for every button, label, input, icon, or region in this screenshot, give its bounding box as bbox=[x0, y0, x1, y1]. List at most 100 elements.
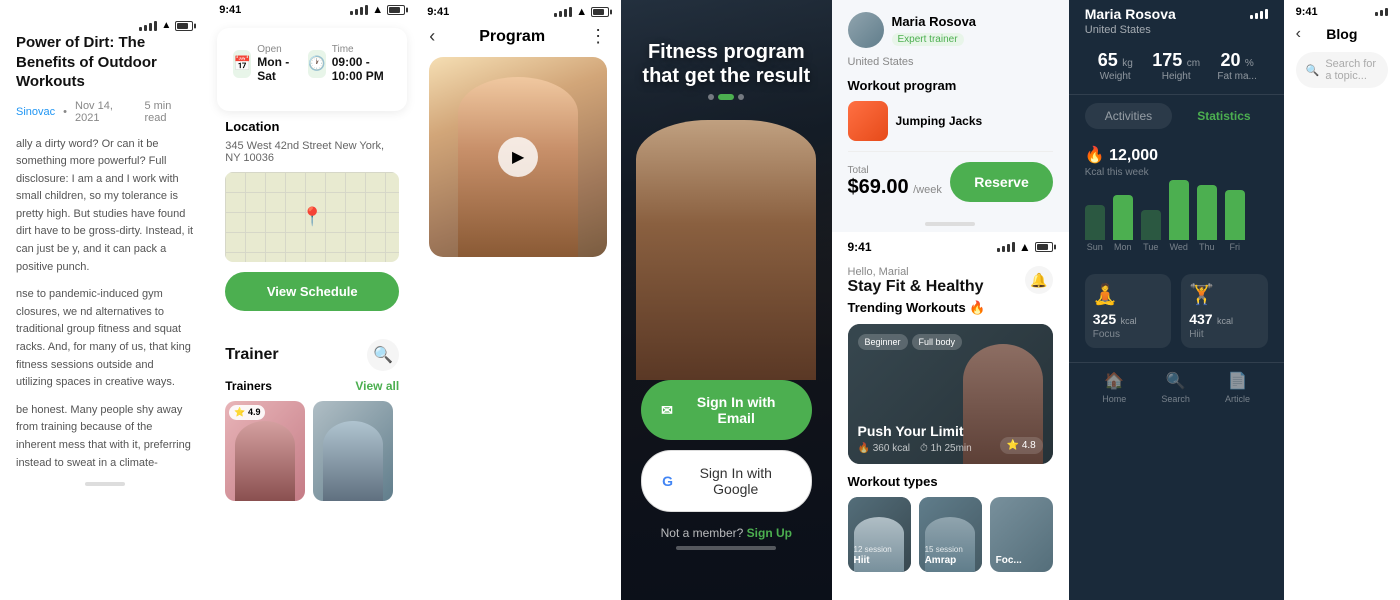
weight-metric: 65 kg Weight bbox=[1085, 50, 1146, 82]
workout-types-label: Workout types bbox=[848, 474, 1053, 489]
hello-name: Stay Fit & Healthy bbox=[848, 278, 984, 296]
battery-icon bbox=[1035, 242, 1053, 252]
scroll-indicator bbox=[85, 482, 125, 486]
wifi-icon: ▲ bbox=[372, 4, 383, 16]
trainers-label: Trainers View all bbox=[225, 379, 399, 393]
signal-icon bbox=[350, 5, 368, 15]
nav-home[interactable]: 🏠 Home bbox=[1102, 371, 1126, 404]
trending-label: Trending Workouts 🔥 bbox=[848, 300, 1053, 316]
signal-icon bbox=[139, 21, 157, 31]
stats-tabs: Activities Statistics bbox=[1069, 95, 1284, 137]
stats-name: Maria Rosova bbox=[1085, 6, 1176, 22]
article-date: Nov 14, 2021 bbox=[75, 100, 136, 124]
trainer-rating-1: ⭐ 4.9 bbox=[229, 405, 265, 420]
workout-type-focus[interactable]: Foc... bbox=[990, 497, 1053, 572]
workout-item: Jumping Jacks bbox=[848, 101, 1053, 141]
kcal-stat: 🔥 360 kcal bbox=[858, 443, 910, 454]
fat-metric: 20 % Fat ma... bbox=[1207, 50, 1268, 82]
back-button[interactable]: ‹ bbox=[429, 26, 435, 47]
email-icon: ✉ bbox=[661, 402, 673, 419]
program-header: ‹ Program ⋮ bbox=[415, 22, 621, 57]
play-button[interactable]: ▶ bbox=[498, 137, 538, 177]
signup-link[interactable]: Sign Up bbox=[747, 526, 792, 540]
program-title: Program bbox=[479, 28, 545, 46]
article-title: Power of Dirt: The Benefits of Outdoor W… bbox=[16, 33, 193, 92]
progress-dots bbox=[641, 94, 811, 100]
nav-search[interactable]: 🔍 Search bbox=[1161, 371, 1190, 404]
bar-wed: Wed bbox=[1169, 180, 1189, 252]
height-metric: 175 cm Height bbox=[1146, 50, 1207, 82]
reserve-button[interactable]: Reserve bbox=[950, 162, 1053, 202]
bell-icon[interactable]: 🔔 bbox=[1025, 266, 1053, 294]
workout-type-amrap[interactable]: 15 session Amrap bbox=[919, 497, 982, 572]
read-time: 5 min read bbox=[144, 100, 193, 124]
trainer-card-2[interactable] bbox=[313, 401, 393, 501]
tab-activities[interactable]: Activities bbox=[1085, 103, 1172, 129]
hello-panel: 9:41 ▲ Hello, Marial Stay Fit & Healthy … bbox=[832, 232, 1069, 600]
blog2-search[interactable]: 🔍 Search for a topic... bbox=[1296, 52, 1388, 88]
hello-greeting: Hello, Marial bbox=[848, 266, 984, 278]
program-panel: 9:41 ▲ ‹ Program ⋮ ▶ bbox=[415, 0, 621, 600]
hello-time: 9:41 bbox=[848, 240, 872, 254]
trending-card[interactable]: Beginner Full body Push Your Limit 🔥 360… bbox=[848, 324, 1053, 464]
bar-tue: Tue bbox=[1141, 210, 1161, 252]
status-bar: 9:41 ▲ bbox=[209, 0, 415, 20]
price-reserve-section: Total $69.00 /week Reserve bbox=[848, 151, 1053, 212]
search-button[interactable]: 🔍 bbox=[367, 339, 399, 371]
battery-icon bbox=[387, 5, 405, 15]
nav-article[interactable]: 📄 Article bbox=[1225, 371, 1250, 404]
sign-in-google-button[interactable]: G Sign In with Google bbox=[641, 450, 811, 512]
program-status-bar: 9:41 ▲ bbox=[415, 0, 621, 22]
workout-thumbnail bbox=[848, 101, 888, 141]
program-image: ▶ bbox=[429, 57, 607, 257]
view-schedule-button[interactable]: View Schedule bbox=[225, 272, 399, 311]
map-placeholder: 📍 bbox=[225, 172, 399, 262]
trainer-card-1[interactable]: ⭐ 4.9 bbox=[225, 401, 305, 501]
statistics-panel: Maria Rosova United States 65 kg Weight … bbox=[1069, 0, 1284, 600]
trainer-header: Trainer 🔍 bbox=[225, 339, 399, 371]
bar-fri: Fri bbox=[1225, 190, 1245, 252]
stats-metrics: 65 kg Weight 175 cm Height 20 % Fat ma..… bbox=[1069, 42, 1284, 95]
scroll-indicator bbox=[925, 222, 975, 226]
trainer-cards: ⭐ 4.9 bbox=[225, 401, 399, 501]
clock-icon: 🕐 bbox=[308, 50, 326, 78]
bar-thu: Thu bbox=[1197, 185, 1217, 252]
tab-statistics[interactable]: Statistics bbox=[1180, 103, 1267, 129]
kcal-label: Kcal this week bbox=[1085, 167, 1268, 178]
google-icon: G bbox=[662, 473, 673, 489]
author: Sinovac bbox=[16, 106, 55, 118]
battery-icon bbox=[591, 7, 609, 17]
blog2-panel: 9:41 ‹ Blog 🔍 Search for a topic... bbox=[1284, 0, 1400, 600]
home-indicator bbox=[676, 546, 776, 550]
home-icon: 🏠 bbox=[1104, 371, 1124, 391]
back-button[interactable]: ‹ bbox=[1296, 25, 1301, 43]
workout-type-cards: 12 session Hiit 15 session Amrap Foc... bbox=[848, 497, 1053, 572]
blog2-header: ‹ Blog bbox=[1284, 20, 1400, 48]
bottom-nav: 🏠 Home 🔍 Search 📄 Article bbox=[1069, 362, 1284, 412]
more-options-button[interactable]: ⋮ bbox=[589, 26, 607, 47]
trainer-avatar bbox=[848, 12, 884, 48]
kcal-section: 🔥 12,000 Kcal this week Sun Mon Tue Wed bbox=[1069, 137, 1284, 264]
program-time: 9:41 bbox=[427, 6, 449, 18]
workout-type-hiit[interactable]: 12 session Hiit bbox=[848, 497, 911, 572]
trending-rating: ⭐ 4.8 bbox=[1000, 437, 1043, 454]
location-section: Location 345 West 42nd Street New York, … bbox=[209, 119, 415, 331]
wifi-icon: ▲ bbox=[1019, 240, 1031, 254]
trainer-profile: Maria Rosova Expert trainer bbox=[848, 12, 1053, 48]
view-all-link[interactable]: View all bbox=[355, 379, 399, 393]
time-label: 9:41 bbox=[219, 4, 241, 16]
trending-tags: Beginner Full body bbox=[858, 334, 963, 350]
sign-in-email-button[interactable]: ✉ Sign In with Email bbox=[641, 380, 811, 440]
search-icon: 🔍 bbox=[1306, 64, 1320, 77]
schedule-card: 📅 Open Mon - Sat 🕐 Time 09:00 - 10:00 PM bbox=[217, 28, 407, 111]
stats-country: United States bbox=[1069, 24, 1284, 42]
search-icon: 🔍 bbox=[1166, 371, 1186, 391]
signal-icon bbox=[1250, 9, 1268, 19]
blog2-title: Blog bbox=[1326, 26, 1357, 42]
duration-stat: ⏱ 1h 25min bbox=[920, 443, 972, 454]
activity-cards: 🧘 325 kcal Focus 🏋️ 437 kcal Hiit bbox=[1069, 264, 1284, 358]
trending-info: Push Your Limit 🔥 360 kcal ⏱ 1h 25min bbox=[858, 423, 972, 454]
bar-mon: Mon bbox=[1113, 195, 1133, 252]
signin-content: Fitness program that get the result bbox=[621, 40, 831, 108]
blog2-time: 9:41 bbox=[1296, 6, 1318, 18]
